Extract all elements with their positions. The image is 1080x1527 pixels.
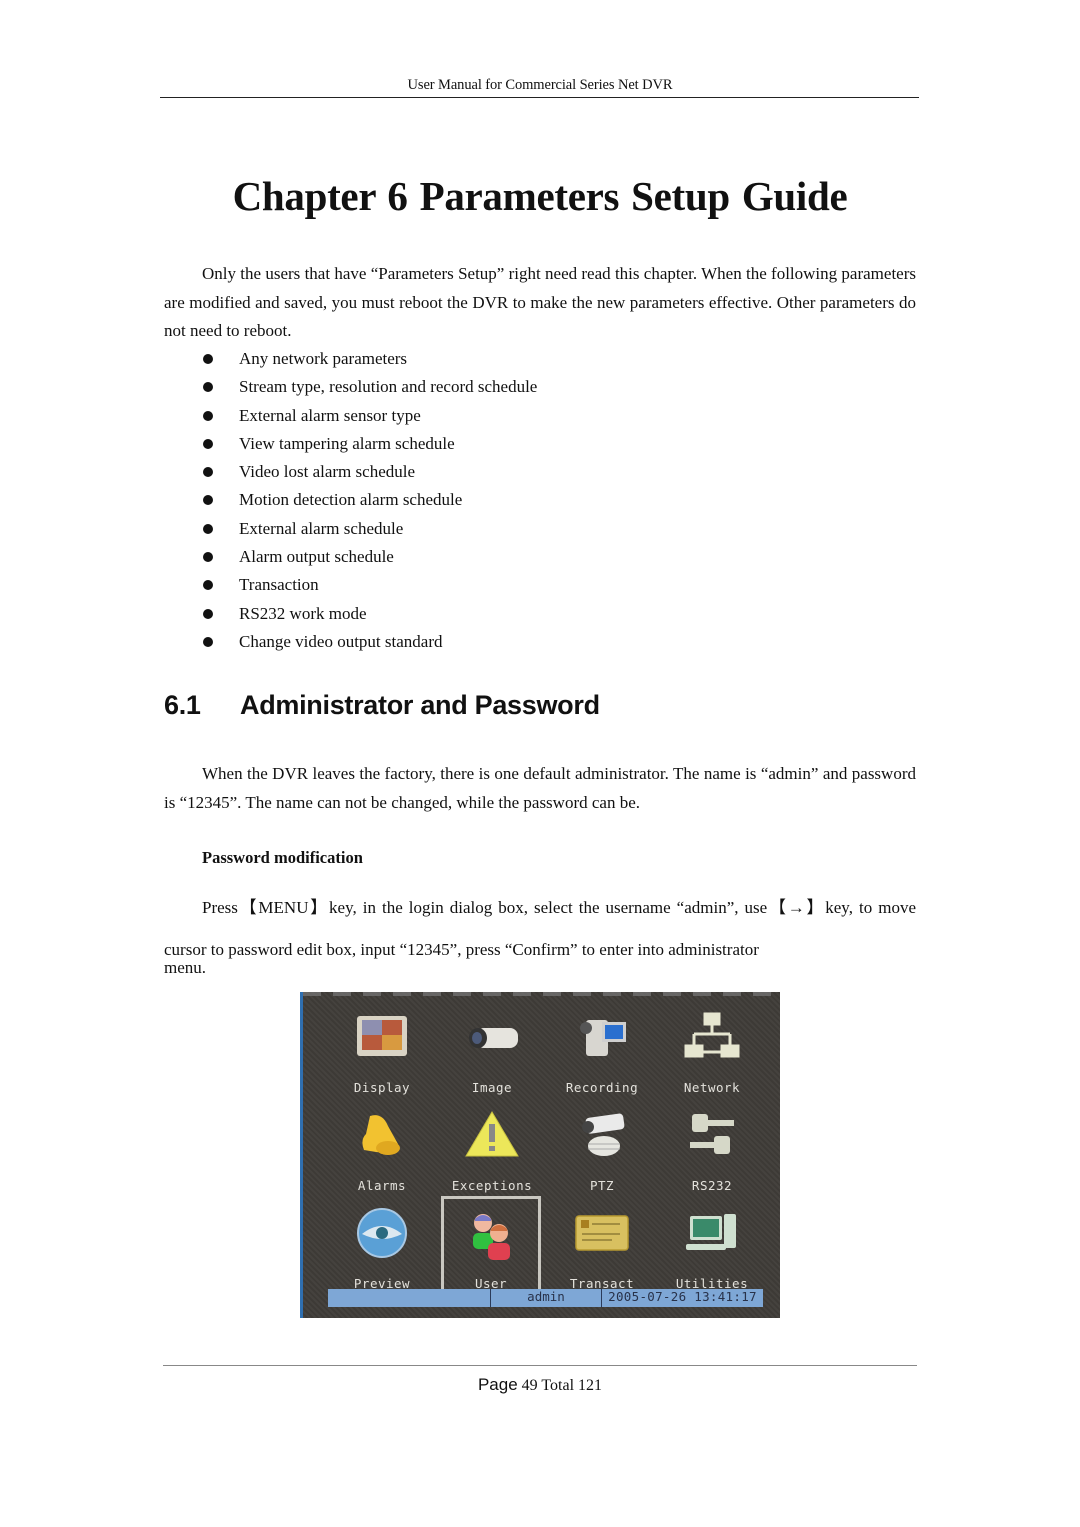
- bullet-icon: [203, 580, 213, 591]
- bullet-icon: [203, 523, 213, 534]
- menu-item-ptz[interactable]: PTZ: [547, 1098, 657, 1196]
- total-label: Total: [541, 1377, 575, 1394]
- users-icon: [473, 1214, 510, 1260]
- status-datetime: 2005-07-26 13:41:17: [608, 1289, 757, 1304]
- serial-connector-icon: [690, 1114, 734, 1154]
- list-item: Alarm output schedule: [164, 543, 537, 571]
- bullet-icon: [203, 382, 213, 393]
- menu-item-user[interactable]: User: [441, 1196, 541, 1294]
- list-item: External alarm schedule: [164, 515, 537, 543]
- bullet-icon: [203, 438, 213, 449]
- list-item: External alarm sensor type: [164, 402, 537, 430]
- menu-item-exceptions[interactable]: Exceptions: [437, 1098, 547, 1196]
- dvr-menu-screenshot: Display Image Recording Network Alarms E…: [300, 992, 780, 1318]
- list-item: Video lost alarm schedule: [164, 458, 537, 486]
- running-header: User Manual for Commercial Series Net DV…: [407, 77, 673, 93]
- list-item: Any network parameters: [164, 345, 537, 373]
- menu-item-image[interactable]: Image: [437, 1000, 547, 1098]
- page-label: Page: [477, 1375, 518, 1394]
- list-item: Transaction: [164, 571, 537, 599]
- menu-item-network[interactable]: Network: [657, 1000, 767, 1098]
- total-pages: 121: [578, 1377, 603, 1394]
- section-heading: 6.1 Administrator and Password: [164, 690, 600, 721]
- chapter-title: Chapter 6 Parameters Setup Guide: [232, 173, 848, 219]
- computer-icon: [686, 1214, 736, 1250]
- menu-item-utilities[interactable]: Utilities: [657, 1196, 767, 1294]
- dvr-status-bar: admin 2005-07-26 13:41:17: [328, 1289, 763, 1307]
- bell-icon: [362, 1115, 400, 1155]
- header-divider: [160, 97, 919, 98]
- menu-item-alarms[interactable]: Alarms: [327, 1098, 437, 1196]
- page-footer: Page 49 Total 121: [160, 1375, 920, 1395]
- menu-item-rs232[interactable]: RS232: [657, 1098, 767, 1196]
- list-item: Motion detection alarm schedule: [164, 486, 537, 514]
- network-icon: [684, 1012, 740, 1058]
- bullet-icon: [203, 467, 213, 478]
- bullet-icon: [203, 552, 213, 563]
- bullet-icon: [203, 410, 213, 421]
- warning-icon: [465, 1111, 519, 1157]
- display-icon: [357, 1016, 407, 1056]
- bullet-icon: [203, 636, 213, 647]
- section-number: 6.1: [164, 690, 201, 720]
- ptz-camera-icon: [582, 1113, 625, 1156]
- status-blank-segment: [328, 1289, 491, 1307]
- menu-item-preview[interactable]: Preview: [327, 1196, 437, 1294]
- eye-icon: [357, 1208, 407, 1258]
- bullet-icon: [203, 495, 213, 506]
- reboot-parameters-list: Any network parameters Stream type, reso…: [164, 345, 537, 656]
- page-number: 49: [521, 1377, 538, 1394]
- list-item: RS232 work mode: [164, 600, 537, 628]
- list-item: Stream type, resolution and record sched…: [164, 373, 537, 401]
- camcorder-icon: [580, 1020, 626, 1056]
- intro-paragraph: Only the users that have “Parameters Set…: [164, 260, 916, 346]
- list-item: Change video output standard: [164, 628, 537, 656]
- dvr-top-border: [303, 992, 780, 996]
- menu-item-display[interactable]: Display: [327, 1000, 437, 1098]
- list-item: View tampering alarm schedule: [164, 430, 537, 458]
- menu-item-transact[interactable]: Transact: [547, 1196, 657, 1294]
- bullet-icon: [203, 354, 213, 364]
- camera-icon: [469, 1028, 518, 1048]
- admin-paragraph: When the DVR leaves the factory, there i…: [164, 764, 916, 812]
- card-icon: [575, 1215, 629, 1251]
- menu-item-recording[interactable]: Recording: [547, 1000, 657, 1098]
- status-user: admin: [491, 1289, 602, 1307]
- bullet-icon: [203, 608, 213, 619]
- subheading: Password modification: [202, 848, 363, 867]
- intro-text: Only the users that have “Parameters Set…: [164, 264, 916, 340]
- footer-divider: [163, 1365, 917, 1366]
- section-title: Administrator and Password: [240, 690, 600, 720]
- instruction-paragraph-end: menu.: [164, 958, 207, 977]
